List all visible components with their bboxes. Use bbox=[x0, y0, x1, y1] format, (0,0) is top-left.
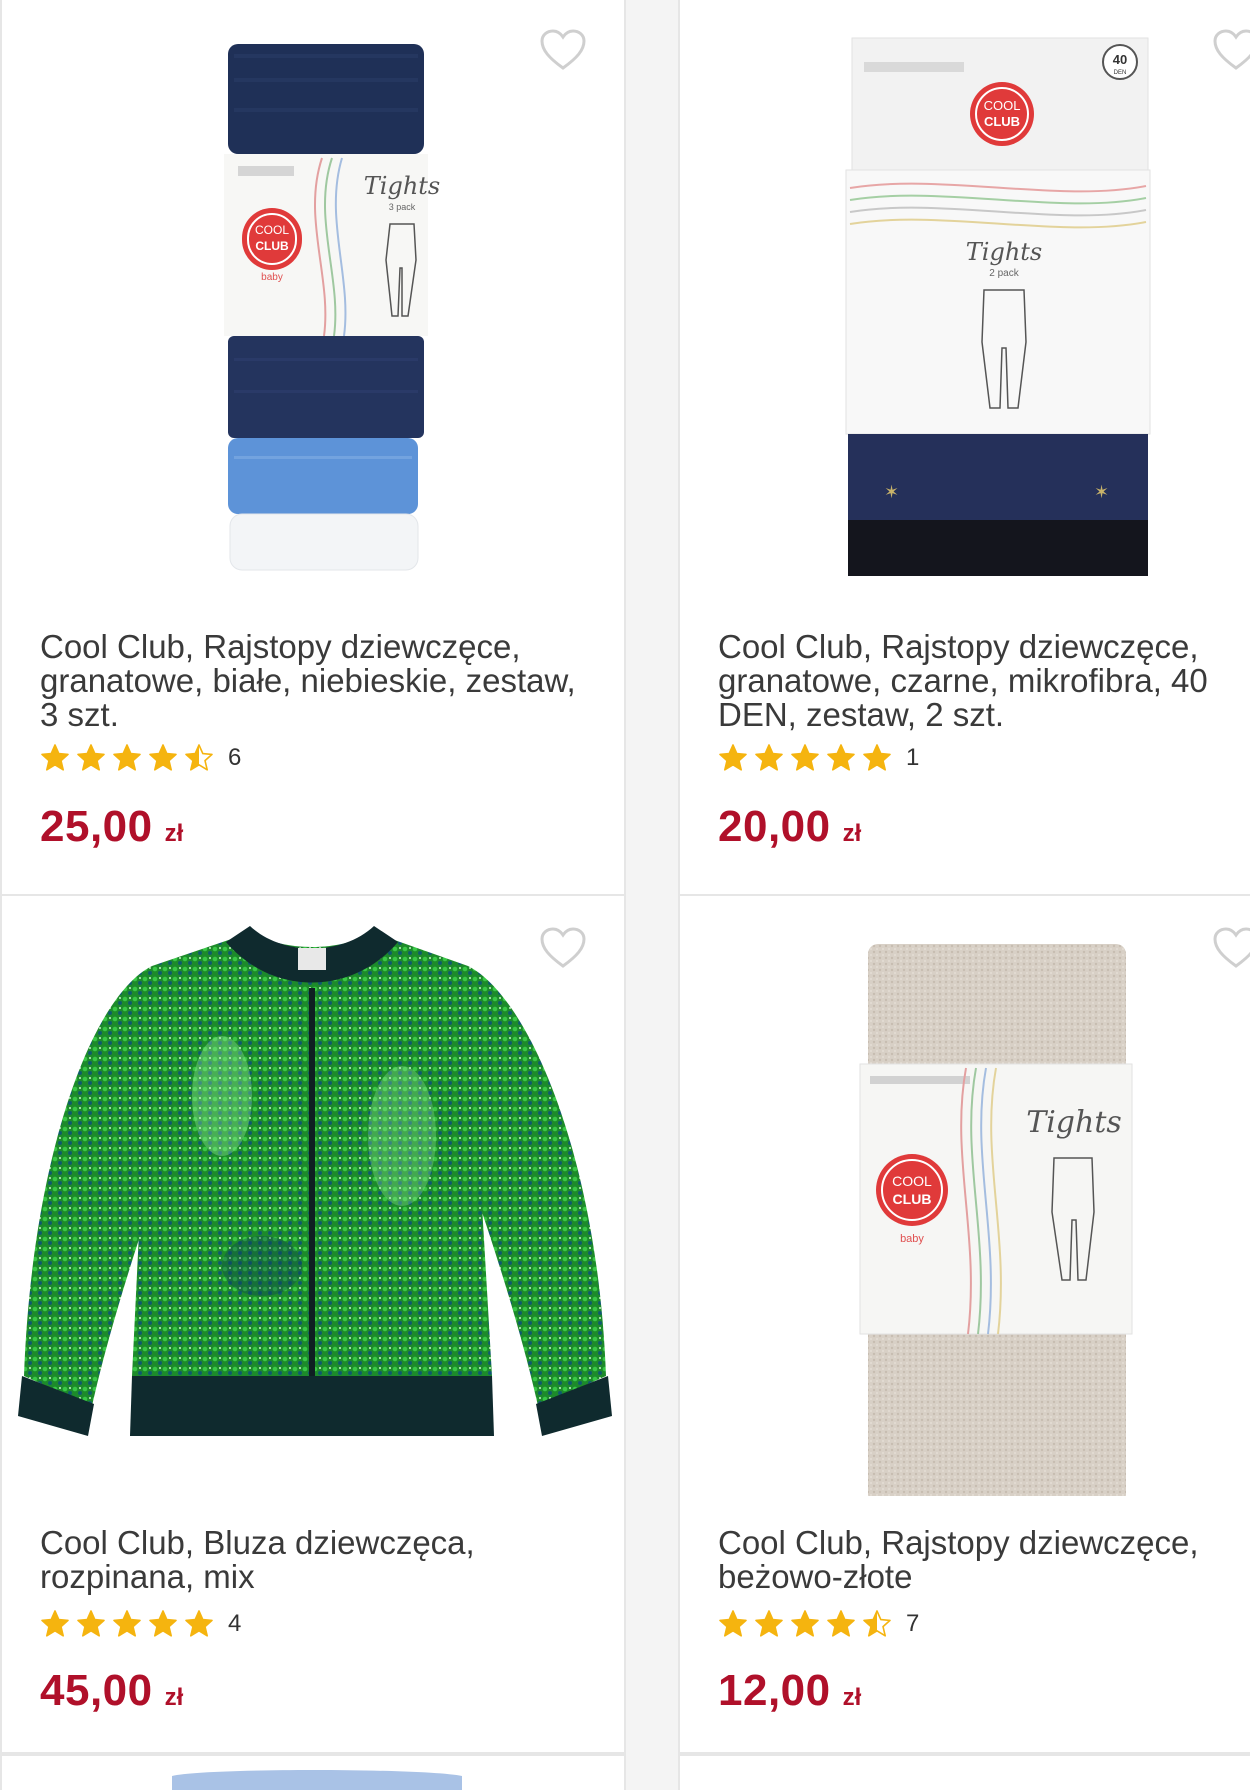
star-icon bbox=[863, 1610, 891, 1637]
product-price: 45,00 zł bbox=[40, 1666, 183, 1716]
star-icon bbox=[77, 744, 105, 771]
star-icon bbox=[41, 1610, 69, 1637]
den-badge-sub: DEN bbox=[1114, 70, 1127, 76]
product-title[interactable]: Cool Club, Rajstopy dziewczęce, beżowo-z… bbox=[718, 1526, 1250, 1594]
product-title[interactable]: Cool Club, Rajstopy dziewczęce, granatow… bbox=[40, 630, 580, 732]
product-title[interactable]: Cool Club, Bluza dziewczęca, rozpinana, … bbox=[40, 1526, 580, 1594]
label-title: Tights bbox=[364, 172, 440, 200]
star-icon bbox=[791, 744, 819, 771]
product-image[interactable]: 40 DEN COOL CLUB Tights 2 pack ✶ ✶ bbox=[680, 0, 1250, 598]
product-image[interactable] bbox=[2, 1756, 626, 1790]
brand-badge-text: COOL bbox=[892, 1173, 932, 1189]
rating-count: 6 bbox=[228, 744, 242, 771]
wishlist-heart-icon[interactable] bbox=[539, 926, 587, 970]
product-image[interactable] bbox=[2, 896, 624, 1496]
svg-text:✶: ✶ bbox=[1094, 482, 1109, 503]
wishlist-heart-icon[interactable] bbox=[1212, 926, 1250, 970]
brand-badge-text: COOL bbox=[984, 98, 1021, 113]
product-card[interactable]: COOL CLUB baby Tights Cool Club, Rajstop… bbox=[678, 894, 1250, 1754]
label-title: Tights bbox=[1026, 1105, 1122, 1140]
product-card[interactable] bbox=[678, 1754, 1250, 1790]
star-icon bbox=[791, 1610, 819, 1637]
price-amount: 12,00 bbox=[718, 1666, 831, 1715]
product-rating: 4 bbox=[40, 1607, 241, 1641]
star-icon bbox=[113, 744, 141, 771]
star-icon bbox=[719, 1610, 747, 1637]
wishlist-heart-icon[interactable] bbox=[539, 28, 587, 72]
product-image[interactable]: COOL CLUB baby Tights 3 pack bbox=[2, 0, 624, 598]
star-icon bbox=[77, 1610, 105, 1637]
star-icon bbox=[827, 1610, 855, 1637]
wishlist-heart-icon[interactable] bbox=[1212, 28, 1250, 72]
price-amount: 20,00 bbox=[718, 802, 831, 851]
rating-count: 1 bbox=[906, 744, 920, 771]
rating-count: 4 bbox=[228, 1610, 242, 1637]
product-grid: COOL CLUB baby Tights 3 pack Cool Club, … bbox=[0, 0, 1250, 1790]
price-currency: zł bbox=[842, 820, 862, 847]
star-icon bbox=[149, 1610, 177, 1637]
product-card[interactable]: Cool Club, Bluza dziewczęca, rozpinana, … bbox=[0, 894, 626, 1754]
star-icon bbox=[863, 744, 891, 771]
label-sub: 3 pack bbox=[389, 202, 416, 212]
den-badge-text: 40 bbox=[1113, 52, 1127, 67]
price-amount: 25,00 bbox=[40, 802, 153, 851]
star-icon bbox=[827, 744, 855, 771]
brand-badge-text: CLUB bbox=[255, 239, 289, 253]
product-rating: 7 bbox=[718, 1607, 919, 1641]
product-rating: 6 bbox=[40, 741, 241, 775]
label-sub: 2 pack bbox=[989, 268, 1019, 279]
star-icon bbox=[755, 1610, 783, 1637]
product-title[interactable]: Cool Club, Rajstopy dziewczęce, granatow… bbox=[718, 630, 1250, 732]
product-card[interactable]: COOL CLUB baby Tights 3 pack Cool Club, … bbox=[0, 0, 626, 896]
brand-sub-text: baby bbox=[261, 272, 283, 283]
star-icon bbox=[719, 744, 747, 771]
star-icon bbox=[185, 1610, 213, 1637]
product-card[interactable]: 40 DEN COOL CLUB Tights 2 pack ✶ ✶ Cool … bbox=[678, 0, 1250, 896]
star-icon bbox=[185, 744, 213, 771]
price-currency: zł bbox=[164, 820, 184, 847]
svg-text:✶: ✶ bbox=[884, 482, 899, 503]
star-icon bbox=[113, 1610, 141, 1637]
brand-badge-text: CLUB bbox=[984, 114, 1020, 129]
product-price: 12,00 zł bbox=[718, 1666, 861, 1716]
brand-badge-text: CLUB bbox=[893, 1191, 932, 1207]
star-icon bbox=[149, 744, 177, 771]
price-currency: zł bbox=[842, 1684, 862, 1711]
product-rating: 1 bbox=[718, 741, 919, 775]
product-price: 20,00 zł bbox=[718, 802, 861, 852]
star-icon bbox=[41, 744, 69, 771]
brand-sub-text: baby bbox=[900, 1233, 924, 1245]
star-icon bbox=[755, 744, 783, 771]
label-title: Tights bbox=[966, 238, 1042, 266]
brand-badge-text: COOL bbox=[255, 223, 289, 237]
price-amount: 45,00 bbox=[40, 1666, 153, 1715]
product-price: 25,00 zł bbox=[40, 802, 183, 852]
product-image[interactable]: COOL CLUB baby Tights bbox=[680, 896, 1250, 1504]
product-card[interactable] bbox=[0, 1754, 626, 1790]
rating-count: 7 bbox=[906, 1610, 920, 1637]
price-currency: zł bbox=[164, 1684, 184, 1711]
